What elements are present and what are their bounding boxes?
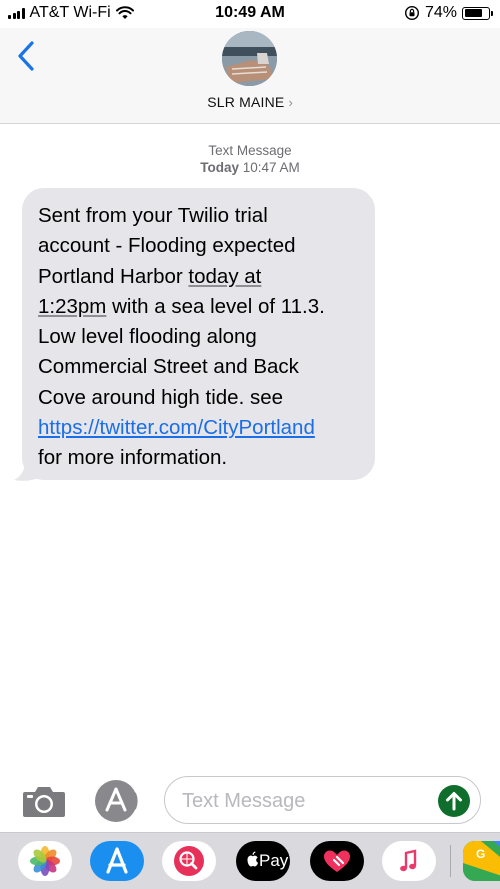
message-line: Cove around high tide. see: [38, 385, 284, 409]
send-button[interactable]: [438, 785, 470, 817]
contact-info-button[interactable]: SLR MAINE ›: [0, 94, 500, 110]
time-link[interactable]: 1:23pm: [38, 295, 106, 318]
arrow-up-icon: [446, 792, 462, 811]
contact-name: SLR MAINE: [207, 94, 285, 110]
wifi-icon: [115, 6, 134, 19]
message-timestamp: Text Message Today 10:47 AM: [0, 142, 500, 176]
message-input[interactable]: Text Message: [164, 776, 481, 824]
chevron-left-icon[interactable]: [14, 40, 40, 72]
conversation-header: SLR MAINE ›: [0, 28, 500, 124]
twitter-link[interactable]: https://twitter.com/CityPortland: [38, 416, 315, 439]
orientation-lock-icon: [404, 5, 419, 21]
message-service-label: Text Message: [208, 143, 292, 158]
camera-icon[interactable]: [22, 784, 66, 818]
battery-icon: [462, 6, 493, 20]
digital-touch-icon: [324, 850, 350, 872]
web-search-app-button[interactable]: [162, 841, 216, 881]
drawer-divider: [450, 845, 451, 877]
app-store-app-button[interactable]: [90, 841, 144, 881]
message-line: with a sea level of 11.3.: [106, 294, 325, 318]
chevron-right-icon: ›: [288, 94, 293, 110]
svg-text:G: G: [476, 847, 485, 861]
photos-icon: [30, 846, 60, 876]
digital-touch-app-button[interactable]: [310, 841, 364, 881]
music-app-button[interactable]: [382, 841, 436, 881]
cellular-signal-icon: [8, 7, 25, 19]
app-store-icon: [106, 847, 128, 874]
message-line: Portland Harbor: [38, 264, 189, 288]
web-search-icon: [174, 846, 204, 876]
message-time: 10:47 AM: [242, 160, 300, 175]
avatar[interactable]: [222, 31, 277, 86]
message-line: Commercial Street and Back: [38, 355, 299, 379]
battery-percent: 74%: [424, 4, 457, 21]
message-day: Today: [200, 160, 239, 175]
message-line: account - Flooding expected: [38, 234, 296, 258]
apple-pay-label: Pay: [259, 851, 289, 870]
music-icon: [400, 849, 417, 872]
carrier-label: AT&T Wi-Fi: [29, 4, 111, 21]
google-maps-app-button[interactable]: G: [463, 841, 500, 881]
message-line: Sent from your Twilio trial: [38, 204, 268, 227]
apple-pay-app-button[interactable]: Pay: [236, 841, 290, 881]
message-line: Low level flooding along: [38, 325, 257, 349]
status-bar: AT&T Wi-Fi 10:49 AM 74%: [0, 0, 500, 28]
photos-app-button[interactable]: [18, 841, 72, 881]
message-line: for more information.: [38, 446, 228, 470]
imessage-app-drawer: Pay G: [0, 832, 500, 889]
received-message-bubble[interactable]: Sent from your Twilio trial account - Fl…: [22, 188, 375, 480]
date-link[interactable]: today at: [188, 265, 261, 288]
app-store-icon[interactable]: [94, 779, 140, 823]
message-input-placeholder: Text Message: [182, 790, 306, 812]
google-maps-icon: G: [463, 841, 500, 881]
